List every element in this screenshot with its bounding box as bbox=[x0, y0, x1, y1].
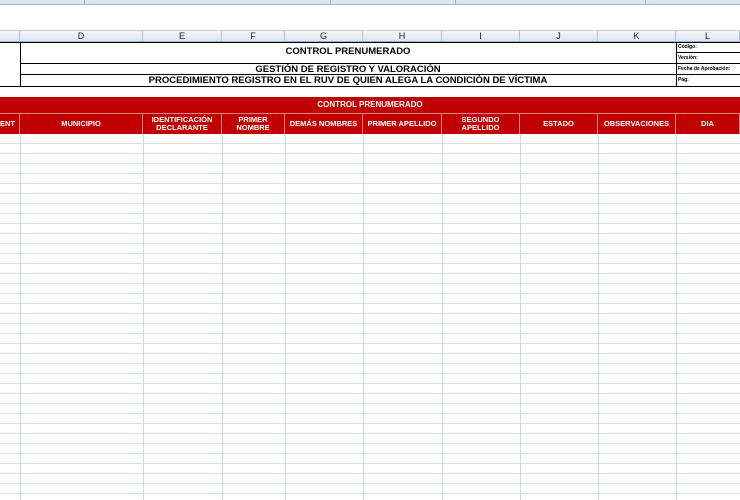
main-title: CONTROL PRENUMERADO bbox=[285, 46, 411, 57]
meta-label-page: Pág: bbox=[678, 77, 689, 83]
column-header-h[interactable]: H bbox=[363, 31, 442, 42]
border-line bbox=[0, 42, 740, 43]
column-header-l[interactable]: L bbox=[676, 31, 740, 42]
ribbon-separator bbox=[455, 0, 456, 4]
column-header-g[interactable]: G bbox=[285, 31, 363, 42]
header-primer-apellido[interactable]: PRIMER APELLIDO bbox=[363, 114, 442, 134]
header-estado[interactable]: ESTADO bbox=[520, 114, 598, 134]
border-line bbox=[676, 42, 677, 87]
header-demas-nombres[interactable]: DEMÁS NOMBRES bbox=[285, 114, 363, 134]
grid-line bbox=[676, 134, 677, 500]
table-header-row: ENT MUNICIPIO IDENTIFICACIÓN DECLARANTE … bbox=[0, 113, 740, 134]
grid-line bbox=[520, 134, 521, 500]
meta-label-code: Código: bbox=[678, 44, 697, 50]
ribbon-separator bbox=[84, 0, 85, 4]
header-identificacion-declarante[interactable]: IDENTIFICACIÓN DECLARANTE bbox=[143, 114, 222, 134]
ribbon-separator bbox=[330, 0, 331, 4]
formula-bar[interactable] bbox=[0, 5, 740, 31]
procedure-title: PROCEDIMIENTO REGISTRO EN EL RUV DE QUIE… bbox=[148, 75, 548, 86]
column-header-k[interactable]: K bbox=[598, 31, 676, 42]
column-header-c[interactable] bbox=[0, 31, 20, 42]
column-header-d[interactable]: D bbox=[20, 31, 143, 42]
grid-line bbox=[442, 134, 443, 500]
process-title: GESTIÓN DE REGISTRO Y VALORACIÓN bbox=[255, 64, 441, 75]
grid-line bbox=[143, 134, 144, 500]
header-dia[interactable]: DIA bbox=[676, 114, 740, 134]
section-banner-label: CONTROL PRENUMERADO bbox=[317, 100, 423, 109]
column-header-i[interactable]: I bbox=[442, 31, 520, 42]
grid-line bbox=[598, 134, 599, 500]
column-header-j[interactable]: J bbox=[520, 31, 598, 42]
ribbon-separator bbox=[645, 0, 646, 4]
meta-label-version: Versión: bbox=[678, 55, 698, 61]
header-municipio[interactable]: MUNICIPIO bbox=[20, 114, 143, 134]
header-segundo-apellido[interactable]: SEGUNDO APELLIDO bbox=[442, 114, 520, 134]
grid-line bbox=[20, 134, 21, 500]
grid-line bbox=[363, 134, 364, 500]
header-primer-nombre[interactable]: PRIMER NOMBRE bbox=[222, 114, 285, 134]
grid-line bbox=[222, 134, 223, 500]
column-headers: D E F G H I J K L bbox=[0, 31, 740, 42]
border-line bbox=[0, 86, 740, 87]
header-ent[interactable]: ENT bbox=[0, 114, 20, 134]
cell-grid[interactable] bbox=[0, 134, 740, 500]
grid-line bbox=[285, 134, 286, 500]
column-header-e[interactable]: E bbox=[143, 31, 222, 42]
meta-label-approval-date: Fecha de Aprobación: bbox=[678, 66, 731, 72]
section-banner: CONTROL PRENUMERADO bbox=[0, 97, 740, 113]
column-header-f[interactable]: F bbox=[222, 31, 285, 42]
header-observaciones[interactable]: OBSERVACIONES bbox=[598, 114, 676, 134]
